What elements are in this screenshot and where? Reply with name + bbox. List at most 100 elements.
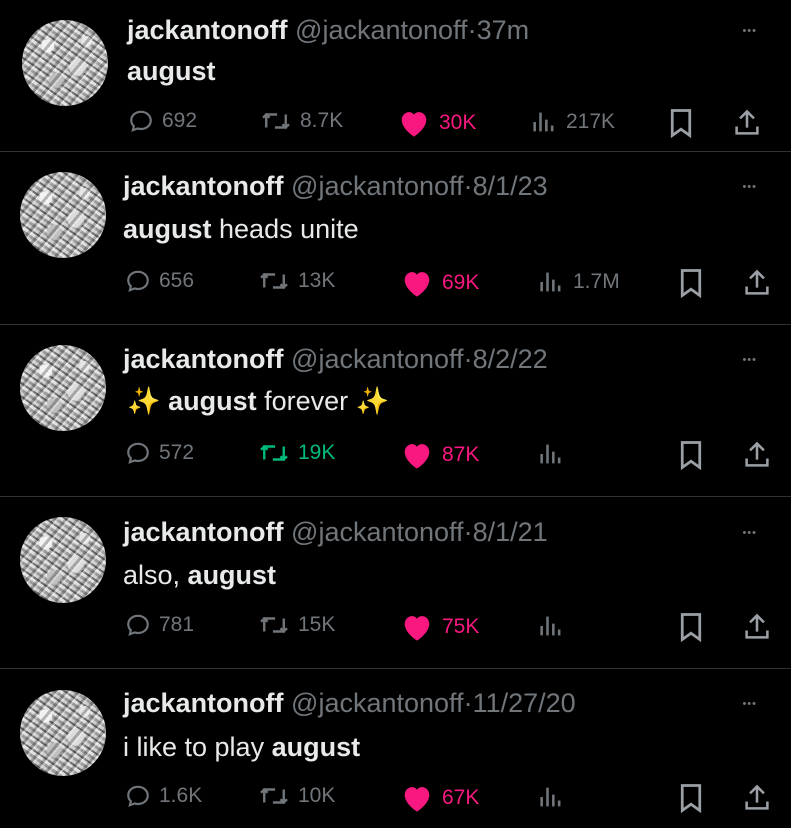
reply-icon [128, 108, 154, 134]
bookmark-button[interactable] [678, 612, 704, 642]
like-button-count: 75K [442, 615, 480, 638]
username[interactable]: jackantonoff [123, 344, 284, 374]
timestamp[interactable]: 8/1/23 [473, 171, 548, 201]
handle[interactable]: @jackantonoff [291, 517, 464, 547]
reply-button-count: 572 [159, 441, 195, 464]
avatar[interactable] [20, 172, 106, 258]
share-icon [743, 268, 771, 298]
share-button[interactable] [743, 612, 771, 642]
reply-button[interactable]: 692 [128, 108, 197, 134]
handle[interactable]: @jackantonoff [291, 171, 464, 201]
reply-button[interactable]: 656 [125, 268, 194, 294]
retweet-button-count: 8.7K [300, 109, 344, 132]
share-button[interactable] [743, 268, 771, 298]
tweet-text: august heads unite [123, 213, 359, 245]
like-button[interactable]: 87K [400, 440, 479, 470]
views-icon [537, 612, 565, 640]
tweet-text-segment: heads unite [211, 214, 359, 244]
more-icon[interactable]: ••• [742, 699, 757, 710]
tweet-header: jackantonoff @jackantonoff·8/1/21 [123, 516, 548, 548]
share-button[interactable] [743, 783, 771, 813]
views-icon [537, 268, 565, 296]
like-button-count: 87K [442, 443, 480, 466]
avatar[interactable] [20, 517, 106, 603]
avatar[interactable] [22, 20, 108, 106]
like-button[interactable]: 75K [400, 612, 479, 642]
like-button[interactable]: 30K [397, 108, 476, 138]
bookmark-button[interactable] [678, 268, 704, 298]
avatar[interactable] [20, 345, 106, 431]
views-button[interactable]: 1.7M [537, 268, 620, 296]
bookmark-button[interactable] [668, 108, 694, 138]
tweet-text: august [127, 55, 216, 87]
username[interactable]: jackantonoff [123, 171, 284, 201]
share-icon [743, 783, 771, 813]
bookmark-button[interactable] [678, 440, 704, 470]
sparkles-emoji: ✨ [127, 386, 169, 416]
share-button[interactable] [733, 108, 761, 138]
views-button[interactable] [537, 783, 565, 811]
reply-icon [125, 440, 151, 466]
more-icon[interactable]: ••• [742, 355, 757, 366]
more-icon[interactable]: ••• [742, 26, 757, 37]
tweet-header: jackantonoff @jackantonoff·11/27/20 [123, 687, 576, 719]
handle[interactable]: @jackantonoff [295, 15, 468, 45]
heart-icon [400, 612, 434, 642]
divider [0, 151, 791, 152]
tweet-text-segment: august [271, 732, 361, 762]
reply-icon [125, 783, 151, 809]
tweet-text: ✨ august forever ✨ [127, 385, 389, 417]
retweet-button[interactable]: 8.7K [260, 108, 343, 134]
retweet-button-count: 15K [298, 613, 336, 636]
more-icon[interactable]: ••• [742, 528, 757, 539]
timestamp[interactable]: 37m [477, 15, 530, 45]
handle[interactable]: @jackantonoff [291, 688, 464, 718]
action-bar: 656 13K 69K 1.7M [0, 268, 791, 300]
heart-icon [400, 440, 434, 470]
like-button-count: 69K [442, 271, 480, 294]
views-button[interactable]: 217K [530, 108, 615, 136]
retweet-button[interactable]: 15K [258, 612, 335, 638]
views-button-count: 217K [566, 110, 616, 133]
retweet-button[interactable]: 19K [258, 440, 335, 466]
tweet-text-segment: august [127, 56, 216, 86]
retweet-icon [258, 783, 290, 809]
username[interactable]: jackantonoff [127, 15, 288, 45]
username[interactable]: jackantonoff [123, 688, 284, 718]
reply-button-count: 656 [159, 269, 195, 292]
reply-button[interactable]: 572 [125, 440, 194, 466]
bookmark-button[interactable] [678, 783, 704, 813]
username[interactable]: jackantonoff [123, 517, 284, 547]
bookmark-icon [678, 783, 704, 813]
timestamp[interactable]: 8/1/21 [473, 517, 548, 547]
divider [0, 496, 791, 497]
avatar[interactable] [20, 690, 106, 776]
views-button[interactable] [537, 440, 565, 468]
more-icon[interactable]: ••• [742, 182, 757, 193]
like-button[interactable]: 69K [400, 268, 479, 298]
handle[interactable]: @jackantonoff [291, 344, 464, 374]
bookmark-icon [678, 612, 704, 642]
views-icon [530, 108, 558, 136]
action-bar: 692 8.7K 30K 217K [0, 108, 791, 140]
timestamp[interactable]: 8/2/22 [473, 344, 548, 374]
heart-icon [400, 268, 434, 298]
retweet-icon [258, 612, 290, 638]
separator-dot: · [463, 517, 473, 547]
bookmark-icon [678, 268, 704, 298]
reply-button[interactable]: 1.6K [125, 783, 202, 809]
tweet-text-segment: august [168, 386, 257, 416]
retweet-button[interactable]: 13K [258, 268, 335, 294]
like-button[interactable]: 67K [400, 783, 479, 813]
reply-button[interactable]: 781 [125, 612, 194, 638]
timestamp[interactable]: 11/27/20 [473, 688, 576, 718]
views-button[interactable] [537, 612, 565, 640]
share-icon [743, 612, 771, 642]
share-button[interactable] [743, 440, 771, 470]
separator-dot: · [463, 688, 473, 718]
reply-button-count: 781 [159, 613, 195, 636]
retweet-button[interactable]: 10K [258, 783, 335, 809]
bookmark-icon [678, 440, 704, 470]
tweet-text-segment: also, [123, 560, 188, 590]
tweet-text-segment: forever [256, 386, 356, 416]
